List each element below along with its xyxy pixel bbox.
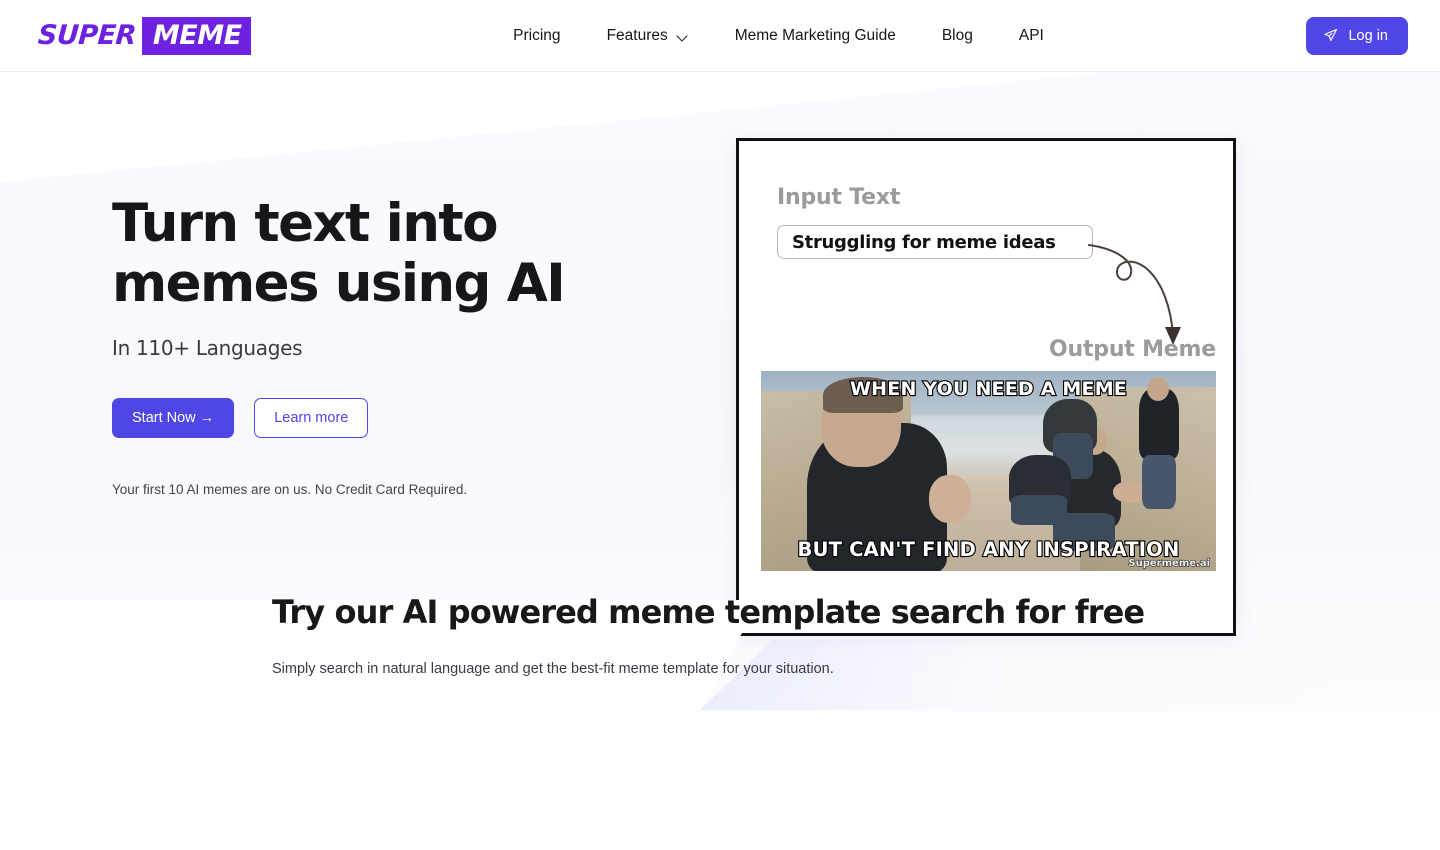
learn-more-button[interactable]: Learn more bbox=[254, 397, 369, 438]
logo-text-meme: MEME bbox=[141, 16, 251, 55]
section-heading: Try our AI powered meme template search … bbox=[272, 592, 1145, 631]
meme-figure-4-jeans bbox=[1011, 495, 1067, 525]
nav-label-features: Features bbox=[606, 26, 668, 44]
login-button-label: Log in bbox=[1348, 27, 1388, 44]
page-title: Turn text into memes using AI bbox=[112, 193, 566, 314]
nav-item-blog[interactable]: Blog bbox=[942, 27, 973, 45]
site-header: SUPER MEME Pricing Features Meme Marketi… bbox=[0, 0, 1440, 72]
primary-navigation: Pricing Features Meme Marketing Guide Bl… bbox=[251, 27, 1307, 45]
nav-label-meme-marketing-guide: Meme Marketing Guide bbox=[734, 26, 896, 44]
hero-section: Turn text into memes using AI In 110+ La… bbox=[0, 72, 1440, 497]
send-icon bbox=[1324, 28, 1338, 42]
nav-item-api[interactable]: API bbox=[1019, 27, 1044, 45]
logo-text-super: SUPER bbox=[36, 20, 137, 51]
section-subheading: Simply search in natural language and ge… bbox=[272, 661, 834, 678]
logo-supermeme[interactable]: SUPER MEME bbox=[36, 16, 251, 56]
start-now-button[interactable]: Start Now → bbox=[112, 397, 235, 438]
page-root: SUPER MEME Pricing Features Meme Marketi… bbox=[0, 0, 1440, 850]
nav-label-api: API bbox=[1018, 26, 1044, 44]
background-lower-white bbox=[0, 712, 1440, 850]
nav-item-meme-marketing-guide[interactable]: Meme Marketing Guide bbox=[735, 27, 896, 45]
chevron-down-icon bbox=[677, 31, 689, 43]
nav-item-features[interactable]: Features bbox=[607, 27, 689, 45]
nav-label-blog: Blog bbox=[941, 26, 973, 44]
template-search-section: Try our AI powered meme template search … bbox=[0, 593, 1440, 677]
meme-watermark: Supermeme.ai bbox=[1128, 557, 1211, 569]
meme-bottom-caption: BUT CAN'T FIND ANY INSPIRATION bbox=[796, 537, 1180, 561]
login-button[interactable]: Log in bbox=[1306, 16, 1408, 55]
nav-label-pricing: Pricing bbox=[513, 26, 561, 44]
hero-note: Your first 10 AI memes are on us. No Cre… bbox=[112, 481, 468, 497]
nav-item-pricing[interactable]: Pricing bbox=[513, 27, 560, 45]
hero-subtitle: In 110+ Languages bbox=[112, 335, 303, 360]
hero-cta-group: Start Now → Learn more bbox=[112, 397, 658, 438]
hero-copy: Turn text into memes using AI In 110+ La… bbox=[38, 72, 658, 497]
